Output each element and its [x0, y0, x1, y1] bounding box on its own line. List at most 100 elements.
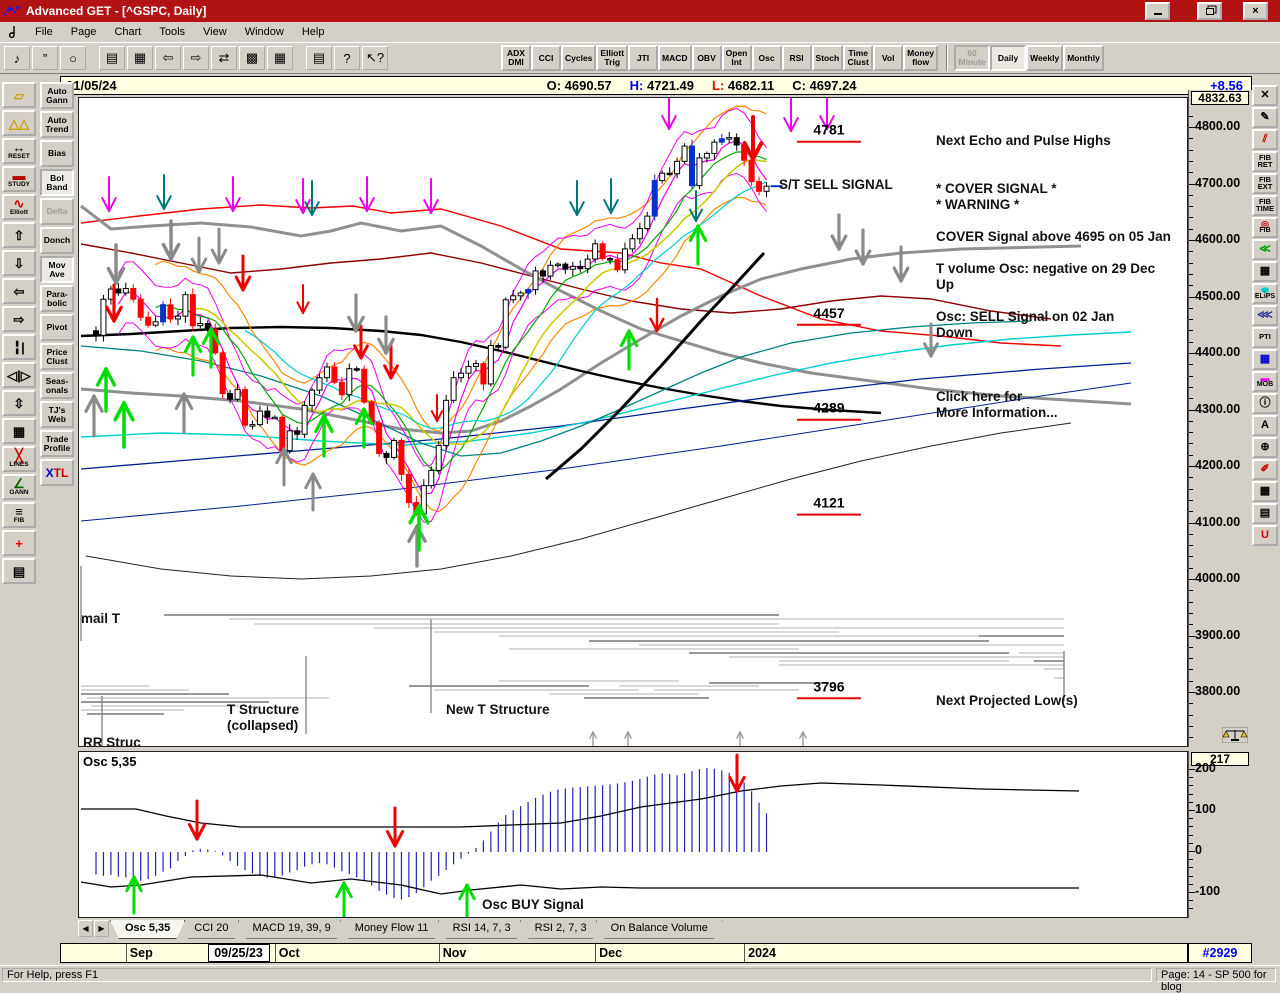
indicator-rsi[interactable]: RSI [782, 45, 812, 71]
indicator-obv[interactable]: OBV [692, 45, 722, 71]
study-donch[interactable]: Donch [40, 227, 74, 254]
study-xtl[interactable]: XTL [40, 459, 74, 486]
price-chart[interactable]: 47814457428941213796S/T SELL SIGNALNext … [79, 98, 1187, 746]
pin-icon[interactable]: ♪ [4, 46, 30, 70]
expand-bars-icon[interactable]: ╏| [2, 334, 36, 360]
oscillator-chart[interactable]: Osc 5,35Osc BUY Signal [79, 752, 1187, 917]
indicator-cci[interactable]: CCI [531, 45, 561, 71]
indicator-vol[interactable]: Vol [873, 45, 903, 71]
pti-button[interactable]: PTI [1252, 327, 1278, 348]
fib-extension-button[interactable]: FIB EXT [1252, 173, 1278, 194]
trendlines-icon[interactable]: ⫽ [1252, 129, 1278, 150]
delete-chart-icon[interactable]: ▩ [239, 46, 265, 70]
tab-macd-19-39-9[interactable]: MACD 19, 39, 9 [238, 920, 346, 939]
close-button[interactable]: × [1243, 2, 1268, 20]
compress-bars-icon[interactable]: ◁|▷ [2, 362, 36, 388]
price-chart-panel[interactable]: 47814457428941213796S/T SELL SIGNALNext … [78, 97, 1188, 747]
menu-page[interactable]: Page [62, 24, 106, 40]
ellipse-tool-icon[interactable]: ⬬ELiPS [1252, 283, 1278, 304]
fib-circle-icon[interactable]: ◎FIB [1252, 217, 1278, 238]
indicator-money-flow[interactable]: Money flow [903, 45, 938, 71]
tile-icon[interactable]: ▦ [267, 46, 293, 70]
grid-tool-icon[interactable]: ▦ [1252, 261, 1278, 282]
reset-icon[interactable]: ↔RESET [2, 138, 36, 164]
close-x-icon[interactable]: ✕ [1252, 85, 1278, 106]
scroll-down-icon[interactable]: ⇩ [2, 250, 36, 276]
balance-scales-icon[interactable] [1222, 727, 1248, 743]
oscillator-axis[interactable]: 217 2001000-100 [1188, 751, 1252, 918]
study-price-clust[interactable]: Price Clust [40, 343, 74, 370]
boxed-date-label[interactable]: 09/25/23 [208, 944, 270, 962]
notes-icon[interactable]: ▤ [1252, 503, 1278, 524]
print-icon[interactable]: ▤ [306, 46, 332, 70]
tab-rsi-14-7-3[interactable]: RSI 14, 7, 3 [438, 920, 526, 939]
study-bol-band[interactable]: Bol Band [40, 169, 74, 196]
group-charts-icon[interactable]: △△ [2, 110, 36, 136]
fib-time-button[interactable]: FIB TIME [1252, 195, 1278, 216]
study-auto-gann[interactable]: Auto Gann [40, 82, 74, 109]
pencil-icon[interactable]: ✎ [1252, 107, 1278, 128]
marker-icon[interactable]: ✐ [1252, 459, 1278, 480]
crosshair-icon[interactable]: + [2, 530, 36, 556]
new-page-icon[interactable]: ▤ [99, 46, 125, 70]
tab-money-flow-11[interactable]: Money Flow 11 [340, 920, 444, 939]
gann-icon[interactable]: ∠GANN [2, 474, 36, 500]
save-icon[interactable]: ▦ [127, 46, 153, 70]
chart-annotation[interactable]: More Information... [936, 405, 1058, 420]
menu-view[interactable]: View [194, 24, 236, 40]
fib-retracement-button[interactable]: FIB RET [1252, 151, 1278, 172]
menu-window[interactable]: Window [236, 24, 293, 40]
menu-chart[interactable]: Chart [105, 24, 150, 40]
search-icon[interactable]: ○ [60, 46, 86, 70]
indicator-adx-dmi[interactable]: ADX DMI [501, 45, 531, 71]
study-mov-ave[interactable]: Mov Ave [40, 256, 74, 283]
timeframe-monthly[interactable]: Monthly [1063, 45, 1104, 71]
study-delta[interactable]: Delta [40, 198, 74, 225]
study-bias[interactable]: Bias [40, 140, 74, 167]
study-auto-trend[interactable]: Auto Trend [40, 111, 74, 138]
help-icon[interactable]: ? [334, 46, 360, 70]
indicator-time-clust[interactable]: Time Clust [843, 45, 873, 71]
study-para--bolic[interactable]: Para- bolic [40, 285, 74, 312]
indicator-osc[interactable]: Osc [752, 45, 782, 71]
tab-scroll-left-button[interactable]: ◀ [78, 920, 93, 937]
mob-button[interactable]: ▬MOB [1252, 371, 1278, 392]
study-trade-profile[interactable]: Trade Profile [40, 430, 74, 457]
study-pivot[interactable]: Pivot [40, 314, 74, 341]
blue-grid-icon[interactable]: ▦ [1252, 349, 1278, 370]
elliott-icon[interactable]: ∿Elliott [2, 194, 36, 220]
child-window-icon[interactable] [8, 25, 22, 39]
indicator-cycles[interactable]: Cycles [561, 45, 596, 71]
properties-icon[interactable]: ▤ [2, 558, 36, 584]
timeframe-daily[interactable]: Daily [990, 45, 1026, 71]
magnet-u-button[interactable]: U [1252, 525, 1278, 546]
scroll-up-icon[interactable]: ⇧ [2, 222, 36, 248]
grid-icon[interactable]: ▦ [2, 418, 36, 444]
study-tj-s-web[interactable]: TJ's Web [40, 401, 74, 428]
wave-marker-icon[interactable]: ⋘ [1252, 305, 1278, 326]
indicator-stoch[interactable]: Stoch [812, 45, 844, 71]
minimize-button[interactable] [1145, 2, 1170, 20]
restore-button[interactable] [1197, 2, 1222, 20]
timeframe-60-minute[interactable]: 60 Minute [954, 45, 990, 71]
study-seas--onals[interactable]: Seas- onals [40, 372, 74, 399]
tab-scroll-right-button[interactable]: ▶ [94, 920, 109, 937]
scroll-right-icon[interactable]: ⇨ [2, 306, 36, 332]
indicator-macd[interactable]: MACD [658, 45, 692, 71]
indicator-elliott-trig[interactable]: Elliott Trig [596, 45, 628, 71]
timeframe-weekly[interactable]: Weekly [1026, 45, 1063, 71]
info-zoom-icon[interactable]: ⓘ [1252, 393, 1278, 414]
quotes-icon[interactable]: ” [32, 46, 58, 70]
checker-icon[interactable]: ▩ [1252, 481, 1278, 502]
split-icon[interactable]: ⇳ [2, 390, 36, 416]
menu-tools[interactable]: Tools [150, 24, 194, 40]
fib-icon[interactable]: ≡FIB [2, 502, 36, 528]
oscillator-panel[interactable]: Osc 5,35Osc BUY Signal [78, 751, 1188, 918]
study-icon[interactable]: ▬STUDY [2, 166, 36, 192]
next-chart-icon[interactable]: ⇨ [183, 46, 209, 70]
zoom-in-icon[interactable]: ⊕ [1252, 437, 1278, 458]
menu-file[interactable]: File [26, 24, 62, 40]
indicator-jti[interactable]: JTI [628, 45, 658, 71]
lines-icon[interactable]: ╳LINES [2, 446, 36, 472]
open-chart-icon[interactable]: ▱ [2, 82, 36, 108]
